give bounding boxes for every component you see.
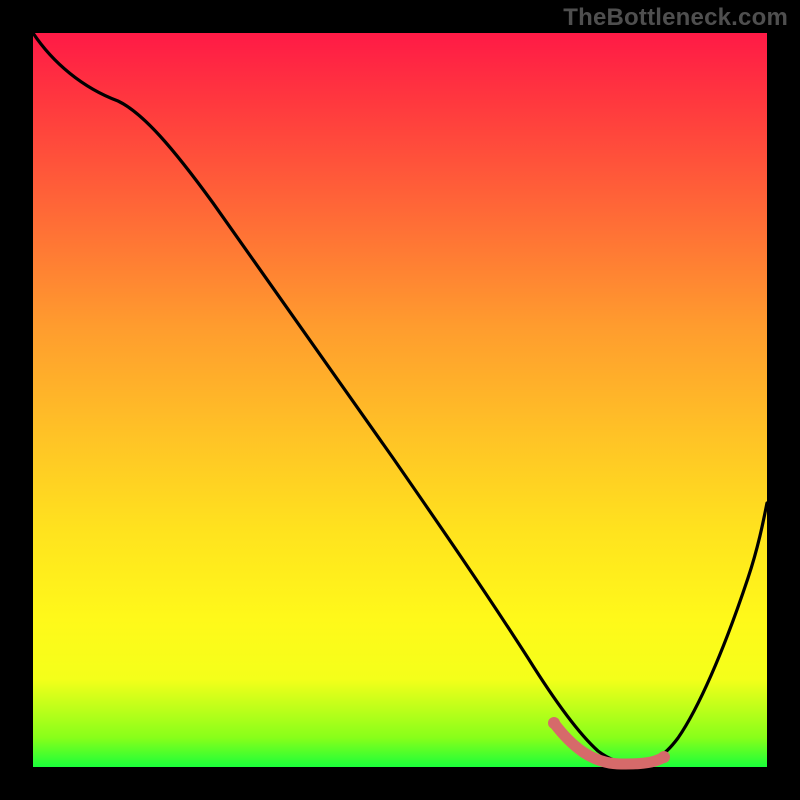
watermark-text: TheBottleneck.com — [563, 4, 788, 32]
optimal-range-highlight — [554, 723, 664, 764]
highlight-end-dot — [658, 751, 670, 763]
highlight-start-dot — [548, 717, 560, 729]
bottleneck-curve-svg — [33, 33, 767, 767]
bottleneck-curve — [33, 33, 767, 764]
chart-frame: TheBottleneck.com — [0, 0, 800, 800]
plot-area — [33, 33, 767, 767]
